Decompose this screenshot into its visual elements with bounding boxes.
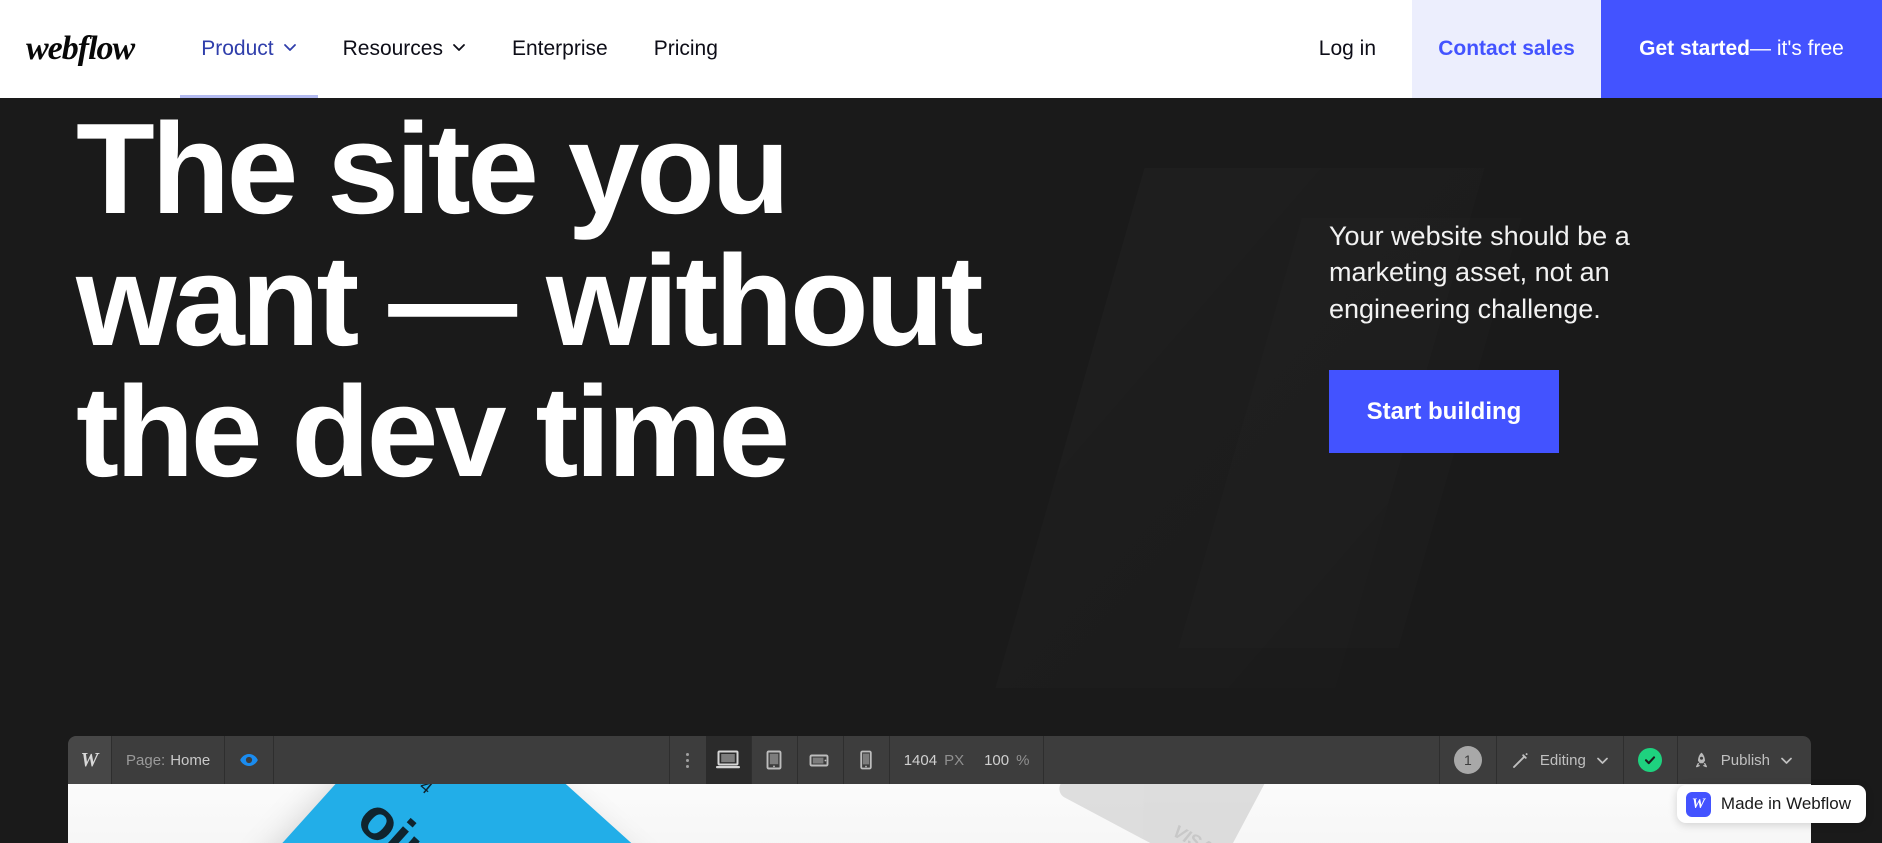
top-navbar: webflow Product Resources Enterprise Pri… — [0, 0, 1882, 98]
nav-links: Product Resources Enterprise Pricing — [178, 0, 741, 98]
login-link[interactable]: Log in — [1283, 0, 1412, 98]
canvas-grey-card: VISA — [1055, 784, 1271, 843]
avatar: 1 — [1453, 746, 1482, 774]
page-selector[interactable]: Page: Home — [112, 736, 226, 784]
breakpoint-tablet-button[interactable] — [752, 736, 798, 784]
more-vertical-icon — [686, 758, 690, 762]
rocket-icon — [1692, 751, 1711, 770]
toolbar-right-spacer — [1044, 736, 1440, 784]
designer-logo-button[interactable]: W — [68, 736, 112, 784]
page-name: Home — [170, 751, 211, 769]
save-status-indicator — [1624, 736, 1678, 784]
collaborators-button[interactable]: 1 — [1440, 736, 1497, 784]
eye-preview-icon — [239, 750, 259, 770]
nav-link-product[interactable]: Product — [178, 0, 319, 98]
made-in-webflow-badge[interactable]: W Made in Webflow — [1676, 785, 1866, 823]
webflow-logo[interactable]: webflow — [26, 30, 135, 68]
tablet-landscape-icon — [808, 750, 832, 770]
designer-toolbar: W Page: Home 1404 PX 100 % 1 Editing Pub… — [68, 736, 1811, 784]
publish-label: Publish — [1720, 751, 1770, 769]
contact-sales-button[interactable]: Contact sales — [1412, 0, 1601, 98]
hero-headline-line-3: the dev time — [76, 360, 790, 505]
get-started-rest-label: — it's free — [1750, 37, 1844, 60]
breakpoint-mobile-button[interactable] — [844, 736, 890, 784]
nav-link-pricing[interactable]: Pricing — [631, 0, 741, 98]
chevron-down-icon — [1780, 754, 1793, 767]
more-vertical-icon — [686, 752, 690, 756]
get-started-bold-label: Get started — [1639, 37, 1750, 60]
grey-card-brand-label: VISA — [1169, 820, 1217, 843]
canvas-size-indicator[interactable]: 1404 PX 100 % — [890, 736, 1045, 784]
zoom-level-unit: % — [1016, 751, 1030, 769]
nav-link-resources[interactable]: Resources — [320, 0, 489, 98]
canvas-blue-card: N-4 ointCa — [261, 784, 751, 843]
chevron-down-icon — [283, 40, 297, 54]
tablet-icon — [764, 749, 784, 771]
toolbar-more-menu[interactable] — [670, 736, 706, 784]
canvas-width-value: 1404 — [903, 751, 938, 769]
edit-mode-label: Editing — [1539, 751, 1586, 769]
edit-mode-selector[interactable]: Editing — [1497, 736, 1624, 784]
hero-headline-line-2: want — without — [76, 228, 984, 373]
more-vertical-icon — [686, 764, 690, 768]
breakpoint-desktop-button[interactable] — [705, 736, 752, 784]
nav-link-pricing-label: Pricing — [653, 37, 718, 60]
made-in-webflow-label: Made in Webflow — [1720, 794, 1851, 813]
blue-card-title-label: ointCa — [345, 784, 519, 843]
nav-link-product-label: Product — [201, 37, 274, 60]
hero-headline-line-1: The site you — [76, 98, 790, 241]
hero-headline: The site you want — without the dev time — [76, 98, 1076, 505]
chevron-down-icon — [452, 40, 466, 54]
zoom-level-value: 100 — [984, 751, 1010, 769]
nav-link-enterprise-label: Enterprise — [511, 37, 608, 60]
navbar-left: webflow Product Resources Enterprise Pri… — [0, 0, 741, 98]
nav-link-enterprise[interactable]: Enterprise — [489, 0, 631, 98]
desktop-icon — [715, 749, 741, 771]
toolbar-left-spacer — [274, 736, 670, 784]
breakpoint-tablet-landscape-button[interactable] — [798, 736, 844, 784]
hero-section: The site you want — without the dev time… — [0, 98, 1882, 843]
toolbar-right-group: 1 Editing Publish — [1440, 736, 1811, 784]
mobile-icon — [858, 749, 874, 771]
designer-canvas[interactable]: VISA N-4 ointCa — [68, 784, 1811, 843]
publish-button[interactable]: Publish — [1678, 736, 1811, 784]
magic-wand-icon — [1511, 751, 1530, 770]
navbar-right: Log in Contact sales Get started — it's … — [1283, 0, 1882, 98]
hero-right-column: Your website should be a marketing asset… — [1329, 218, 1729, 454]
canvas-width-unit: PX — [944, 751, 965, 769]
preview-toggle-button[interactable] — [225, 736, 275, 784]
webflow-designer-window: W Page: Home 1404 PX 100 % 1 Editing Pub… — [68, 736, 1811, 843]
webflow-mark-icon: W — [1685, 791, 1711, 817]
get-started-button[interactable]: Get started — it's free — [1601, 0, 1882, 98]
start-building-button[interactable]: Start building — [1329, 370, 1559, 454]
chevron-down-icon — [1596, 754, 1609, 767]
page-label: Page: — [126, 751, 166, 769]
hero-subtitle: Your website should be a marketing asset… — [1329, 221, 1630, 324]
nav-link-resources-label: Resources — [342, 37, 443, 60]
check-circle-icon — [1638, 748, 1663, 772]
webflow-logo-icon: W — [80, 748, 99, 771]
